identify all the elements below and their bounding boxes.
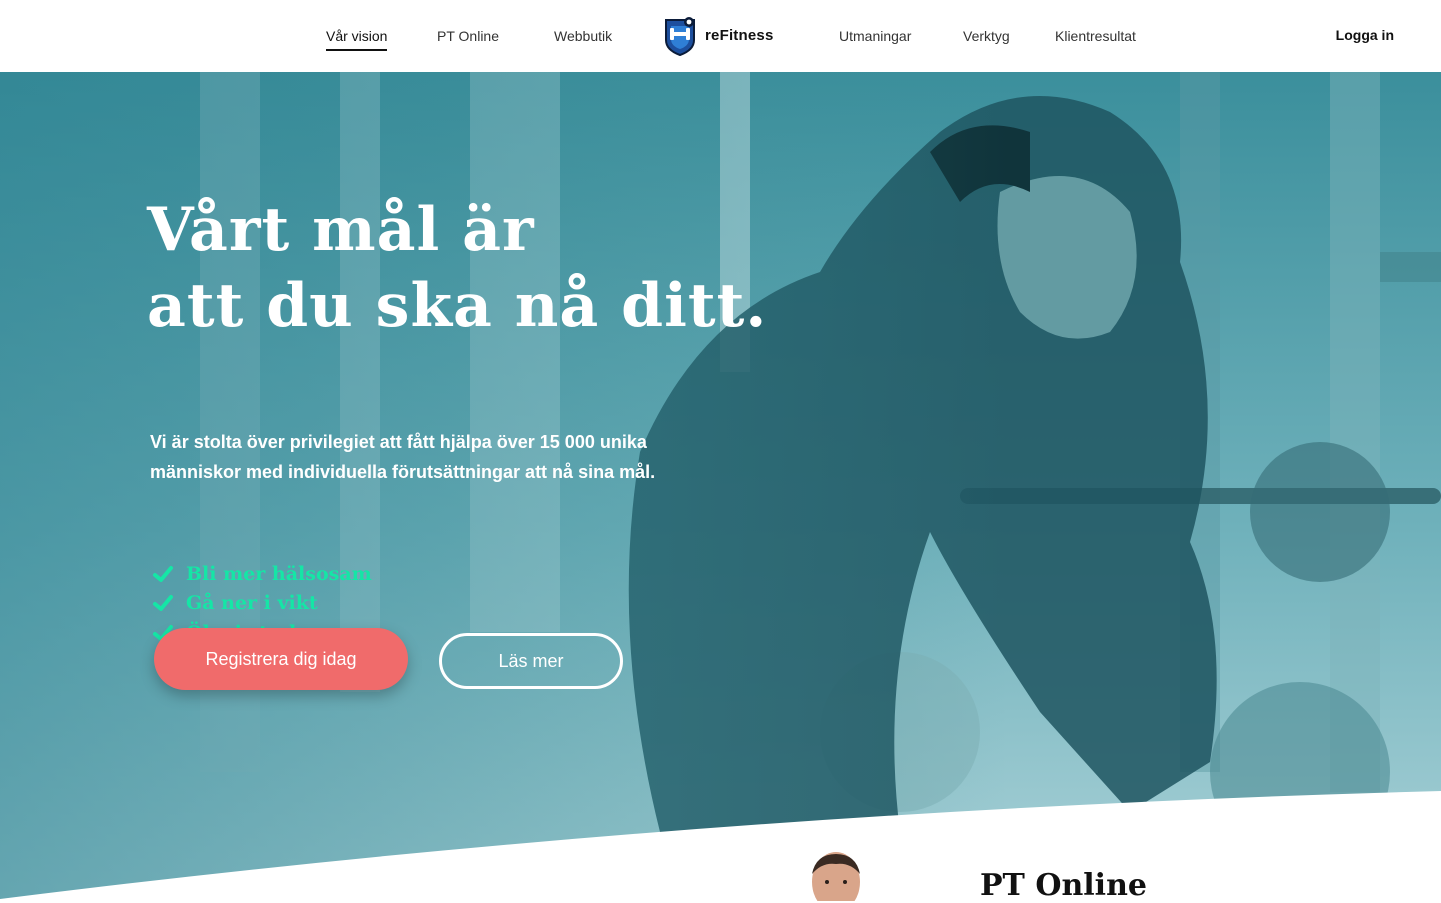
register-button[interactable]: Registrera dig idag [154,628,408,690]
dumbbell-shield-icon [665,17,695,56]
site-header: Vår vision PT Online Webbutik reFitness … [0,0,1441,72]
hero-title: Vårt mål är att du ska nå ditt. [147,192,767,344]
nav-link-label: Vår vision [326,28,388,44]
nav-link-webbutik[interactable]: Webbutik [554,28,612,44]
nav-link-klientresultat[interactable]: Klientresultat [1055,28,1136,44]
nav-link-pt-online[interactable]: PT Online [437,28,499,44]
nav-link-utmaningar[interactable]: Utmaningar [839,28,911,44]
benefit-item: Bli mer hälsosam [152,559,372,589]
hero-title-line-1: Vårt mål är [147,195,535,265]
logo-text: reFitness [705,27,774,44]
nav-link-verktyg[interactable]: Verktyg [963,28,1010,44]
benefit-item: Gå ner i vikt [152,589,372,619]
hero-title-line-2: att du ska nå ditt. [147,271,768,341]
checkmark-icon [153,565,173,582]
read-more-button[interactable]: Läs mer [439,633,623,689]
checkmark-icon [153,595,173,612]
trainer-avatar [812,852,860,901]
hero-description: Vi är stolta över privilegiet att fått h… [150,432,656,482]
benefit-label: Gå ner i vikt [186,592,318,615]
section-title-pt-online: PT Online [980,868,1147,903]
login-link[interactable]: Logga in [1336,27,1394,43]
hero-section: Vårt mål är att du ska nå ditt. Vi är st… [0,72,1441,901]
active-nav-underline [326,49,388,51]
benefit-label: Bli mer hälsosam [186,562,372,585]
hero-bottom-wave [0,791,1441,901]
nav-link-var-vision[interactable]: Vår vision [326,28,388,51]
